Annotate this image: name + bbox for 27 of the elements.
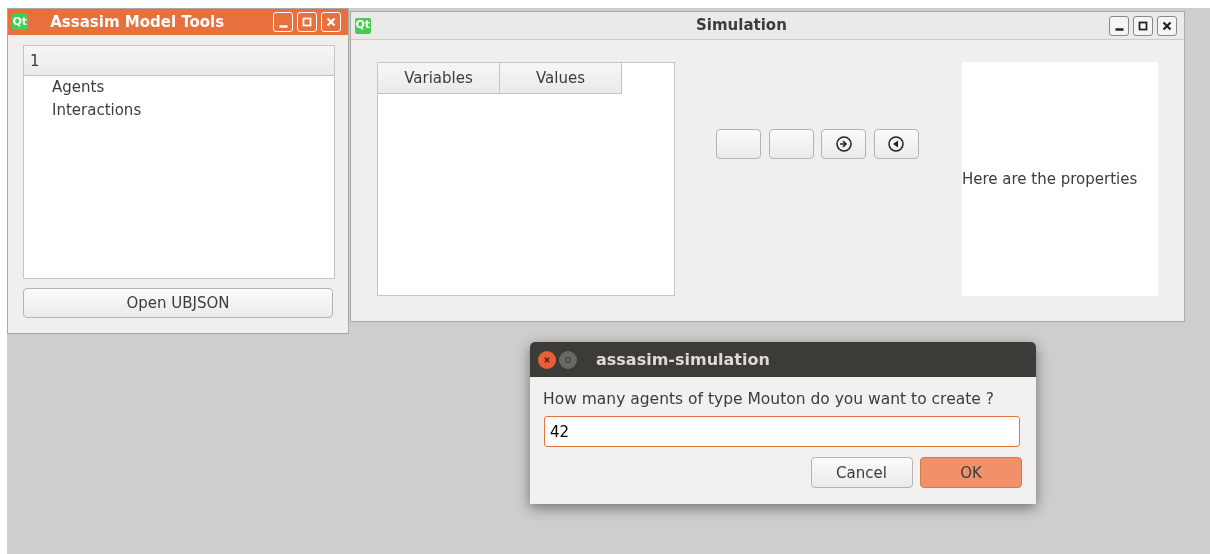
triangle-left-circle-icon [888, 136, 904, 153]
minimize-icon [278, 24, 288, 28]
tree-header: 1 [24, 46, 334, 76]
number-input[interactable]: 42 [544, 416, 1020, 448]
dialog-title: assasim-simulation [596, 348, 770, 371]
app-logo: Qt [11, 14, 28, 30]
column-header[interactable]: Values [500, 63, 622, 93]
window-title: Assasim Model Tools [50, 11, 225, 33]
maximize-button[interactable] [1132, 15, 1153, 36]
window-title: Simulation [696, 15, 787, 37]
open-button[interactable]: Open UBJSON [23, 288, 333, 318]
tree-item[interactable]: Interactions [24, 99, 334, 122]
app-logo: Qt [354, 17, 371, 34]
minimize-icon [565, 355, 572, 364]
tree-item[interactable]: Agents [24, 76, 334, 99]
minimize-icon [1114, 28, 1124, 31]
arrow-right-circle-icon [835, 136, 852, 153]
close-icon [543, 355, 550, 364]
ok-button[interactable]: OK [920, 457, 1022, 489]
properties-label: Here are the properties [962, 168, 1138, 190]
back-button[interactable] [873, 129, 919, 159]
close-button[interactable] [1156, 15, 1177, 36]
forward-button[interactable] [821, 129, 866, 159]
prompt-text: How many agents of type Mouton do you want to create ? [543, 389, 995, 410]
cancel-button[interactable]: Cancel [810, 457, 913, 489]
column-header[interactable]: Variables [378, 63, 500, 93]
minimize-button[interactable] [1109, 15, 1129, 36]
